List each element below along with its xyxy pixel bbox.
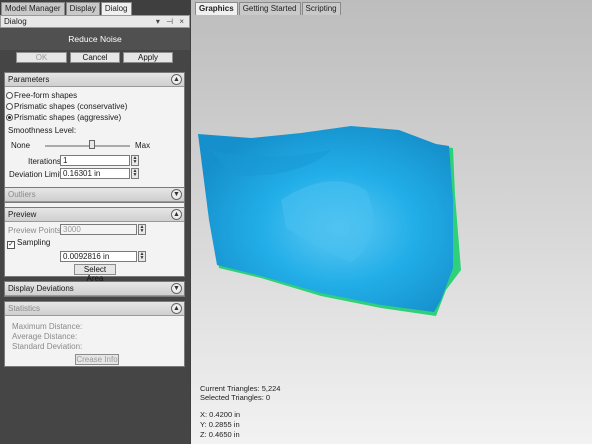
window-controls-icon[interactable]: ▾ ⊣ × [156, 17, 186, 26]
radio-prismatic-conservative[interactable]: Prismatic shapes (conservative) [6, 102, 127, 111]
preview-header[interactable]: Preview ▲ [5, 208, 184, 222]
radio-button-icon [6, 103, 13, 110]
preview-points-field[interactable]: 3000 [60, 224, 137, 235]
preview-points-label: Preview Points: [8, 226, 64, 235]
sampling-label: Sampling [17, 238, 51, 247]
smoothness-slider-track[interactable] [45, 145, 130, 147]
radio-label: Free-form shapes [14, 91, 78, 100]
statistics-header[interactable]: Statistics ▲ [5, 302, 184, 316]
ok-button[interactable]: OK [16, 52, 67, 63]
coord-y: Y: 0.2855 in [200, 420, 240, 429]
outliers-header-label: Outliers [8, 190, 36, 199]
smoothness-slider-thumb[interactable] [88, 140, 95, 149]
mesh-model[interactable] [191, 0, 592, 444]
preview-section: Preview ▲ Preview Points: 3000 ▲ ▼ ✓ Sampl… [4, 207, 185, 283]
iterations-field[interactable]: 1 [60, 155, 130, 166]
chevron-down-icon[interactable]: ▼ [171, 189, 182, 200]
radio-label: Prismatic shapes (conservative) [14, 102, 128, 111]
outliers-section: Outliers ▼ [4, 187, 185, 203]
max-distance-label: Maximum Distance: [12, 322, 83, 331]
sampling-checkbox[interactable]: ✓ Sampling [7, 238, 50, 249]
smoothness-label: Smoothness Level: [8, 126, 77, 135]
display-deviations-header[interactable]: Display Deviations ▼ [5, 282, 184, 296]
cancel-button[interactable]: Cancel [70, 52, 120, 63]
avg-distance-label: Average Distance: [12, 332, 78, 341]
dialog-header: Dialog ▾ ⊣ × [0, 15, 190, 28]
preview-header-label: Preview [8, 210, 37, 219]
coord-z: Z: 0.4650 in [200, 430, 240, 439]
left-panel: Model Manager Display Dialog Dialog ▾ ⊣ … [0, 0, 191, 444]
dialog-title: Reduce Noise [0, 28, 190, 50]
radio-button-icon [6, 92, 13, 99]
sampling-spinner[interactable]: ▲ ▼ [138, 251, 146, 262]
tab-dialog[interactable]: Dialog [100, 2, 132, 15]
iterations-spinner[interactable]: ▲ ▼ [131, 155, 139, 166]
select-area-button[interactable]: Select Area [74, 264, 116, 283]
radio-free-form[interactable]: Free-form shapes [6, 91, 77, 100]
slider-min-label: None [11, 141, 31, 150]
crease-info-button[interactable]: Crease Info [75, 354, 119, 365]
triangle-info: Current Triangles: 5,224 Selected Triang… [200, 384, 280, 402]
tab-display[interactable]: Display [65, 2, 100, 15]
checkmark-icon: ✓ [7, 241, 15, 249]
slider-max-label: Max [135, 141, 151, 150]
statistics-header-label: Statistics [8, 304, 41, 313]
std-deviation-label: Standard Deviation: [12, 342, 83, 351]
graphics-viewport[interactable]: Graphics Getting Started Scripting Curre… [191, 0, 592, 444]
coordinate-readout: X: 0.4200 in Y: 0.2855 in Z: 0.4650 in [200, 410, 240, 440]
deviation-limit-label: Deviation Limit: [9, 170, 64, 179]
coord-x: X: 0.4200 in [200, 410, 241, 419]
statistics-section: Statistics ▲ Maximum Distance: Average D… [4, 301, 185, 367]
sampling-field[interactable]: 0.0092816 in [60, 251, 137, 262]
chevron-up-icon[interactable]: ▲ [171, 74, 182, 85]
iterations-label: Iterations: [28, 157, 64, 166]
current-triangles: Current Triangles: 5,224 [200, 384, 281, 393]
chevron-up-icon[interactable]: ▲ [171, 209, 182, 220]
selected-triangles: Selected Triangles: 0 [200, 393, 271, 402]
chevron-down-icon[interactable]: ▼ [171, 283, 182, 294]
outliers-header[interactable]: Outliers ▼ [5, 188, 184, 202]
deviation-limit-field[interactable]: 0.16301 in [60, 168, 130, 179]
dialog-header-title: Dialog [4, 17, 27, 26]
chevron-up-icon[interactable]: ▲ [171, 303, 182, 314]
dialog-body: Reduce Noise OK Cancel Apply Parameters … [0, 28, 190, 444]
display-deviations-section: Display Deviations ▼ [4, 281, 185, 297]
left-tab-bar: Model Manager Display Dialog [1, 2, 133, 15]
radio-button-selected-icon [6, 114, 13, 121]
radio-label: Prismatic shapes (aggressive) [14, 113, 122, 122]
preview-points-spinner[interactable]: ▲ ▼ [138, 224, 146, 235]
deviation-limit-spinner[interactable]: ▲ ▼ [131, 168, 139, 179]
display-deviations-header-label: Display Deviations [8, 284, 74, 293]
dialog-button-row: OK Cancel Apply [0, 52, 190, 65]
apply-button[interactable]: Apply [123, 52, 173, 63]
parameters-header-label: Parameters [8, 75, 50, 84]
tab-model-manager[interactable]: Model Manager [1, 2, 65, 15]
parameters-header[interactable]: Parameters ▲ [5, 73, 184, 87]
radio-prismatic-aggressive[interactable]: Prismatic shapes (aggressive) [6, 113, 121, 122]
